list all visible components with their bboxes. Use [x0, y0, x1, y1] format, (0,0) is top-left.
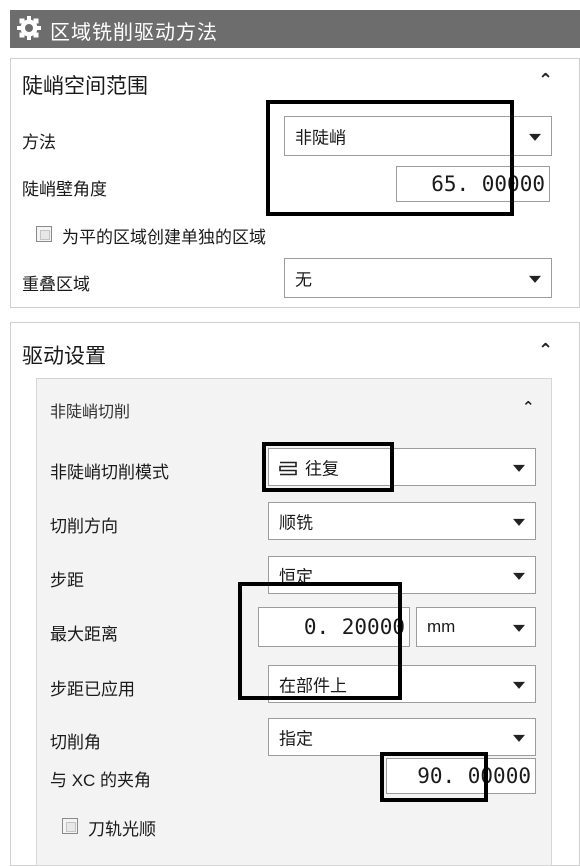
chevron-down-icon	[513, 518, 525, 526]
wall-angle-input[interactable]: 65. 00000	[396, 166, 550, 202]
method-select[interactable]: 非陡峭	[284, 116, 552, 156]
stepover-applied-label: 步距已应用	[50, 680, 135, 699]
collapse-caret-icon[interactable]: ⌃	[522, 398, 535, 416]
chevron-down-icon	[529, 133, 541, 141]
create-region-checkbox[interactable]	[36, 226, 52, 242]
method-value: 非陡峭	[295, 128, 346, 148]
collapse-caret-icon[interactable]: ⌃	[538, 340, 553, 361]
cut-direction-label: 切削方向	[50, 517, 118, 536]
chevron-down-icon	[513, 624, 525, 632]
steep-range-header[interactable]: 陡峭空间范围	[22, 70, 148, 100]
collapse-caret-icon[interactable]: ⌃	[538, 70, 553, 91]
dialog-title-bar: 区域铣削驱动方法	[10, 10, 580, 48]
chevron-down-icon	[513, 734, 525, 742]
max-distance-unit: mm	[427, 617, 456, 636]
max-distance-value: 0. 20000	[303, 615, 405, 639]
wall-angle-value: 65. 00000	[431, 172, 545, 196]
overlap-select[interactable]: 无	[284, 258, 552, 298]
xc-angle-input[interactable]: 90. 00000	[386, 758, 536, 794]
path-smoothing-checkbox[interactable]	[62, 818, 78, 834]
overlap-label: 重叠区域	[22, 275, 90, 294]
cut-direction-value: 顺铣	[279, 513, 313, 533]
stepover-select[interactable]: 恒定	[268, 556, 536, 594]
zigzag-icon	[279, 461, 297, 476]
stepover-label: 步距	[50, 571, 84, 590]
cut-angle-select[interactable]: 指定	[268, 718, 536, 756]
max-distance-input[interactable]: 0. 20000	[258, 607, 410, 647]
stepover-applied-value: 在部件上	[279, 676, 347, 696]
xc-angle-label: 与 XC 的夹角	[50, 771, 152, 790]
stepover-applied-select[interactable]: 在部件上	[268, 665, 536, 703]
chevron-down-icon	[529, 275, 541, 283]
max-distance-unit-select[interactable]: mm	[416, 607, 536, 647]
cut-direction-select[interactable]: 顺铣	[268, 502, 536, 540]
chevron-down-icon	[513, 572, 525, 580]
dialog-title: 区域铣削驱动方法	[50, 22, 218, 44]
cut-angle-label: 切削角	[50, 733, 101, 752]
create-region-label: 为平的区域创建单独的区域	[62, 228, 266, 247]
chevron-down-icon	[513, 464, 525, 472]
stepover-value: 恒定	[279, 567, 313, 587]
method-label: 方法	[22, 133, 56, 152]
cut-mode-label: 非陡峭切削模式	[50, 463, 169, 482]
max-distance-label: 最大距离	[50, 625, 118, 644]
non-steep-cut-header[interactable]: 非陡峭切削	[50, 398, 130, 422]
xc-angle-value: 90. 00000	[417, 764, 531, 788]
chevron-down-icon	[513, 681, 525, 689]
cut-mode-select[interactable]: 往复	[268, 448, 536, 486]
cut-mode-value: 往复	[305, 459, 339, 479]
overlap-value: 无	[295, 270, 312, 290]
gear-icon	[17, 16, 41, 40]
drive-settings-header[interactable]: 驱动设置	[22, 340, 106, 370]
wall-angle-label: 陡峭壁角度	[22, 180, 107, 199]
path-smoothing-label: 刀轨光顺	[88, 820, 156, 839]
cut-angle-value: 指定	[279, 729, 313, 749]
